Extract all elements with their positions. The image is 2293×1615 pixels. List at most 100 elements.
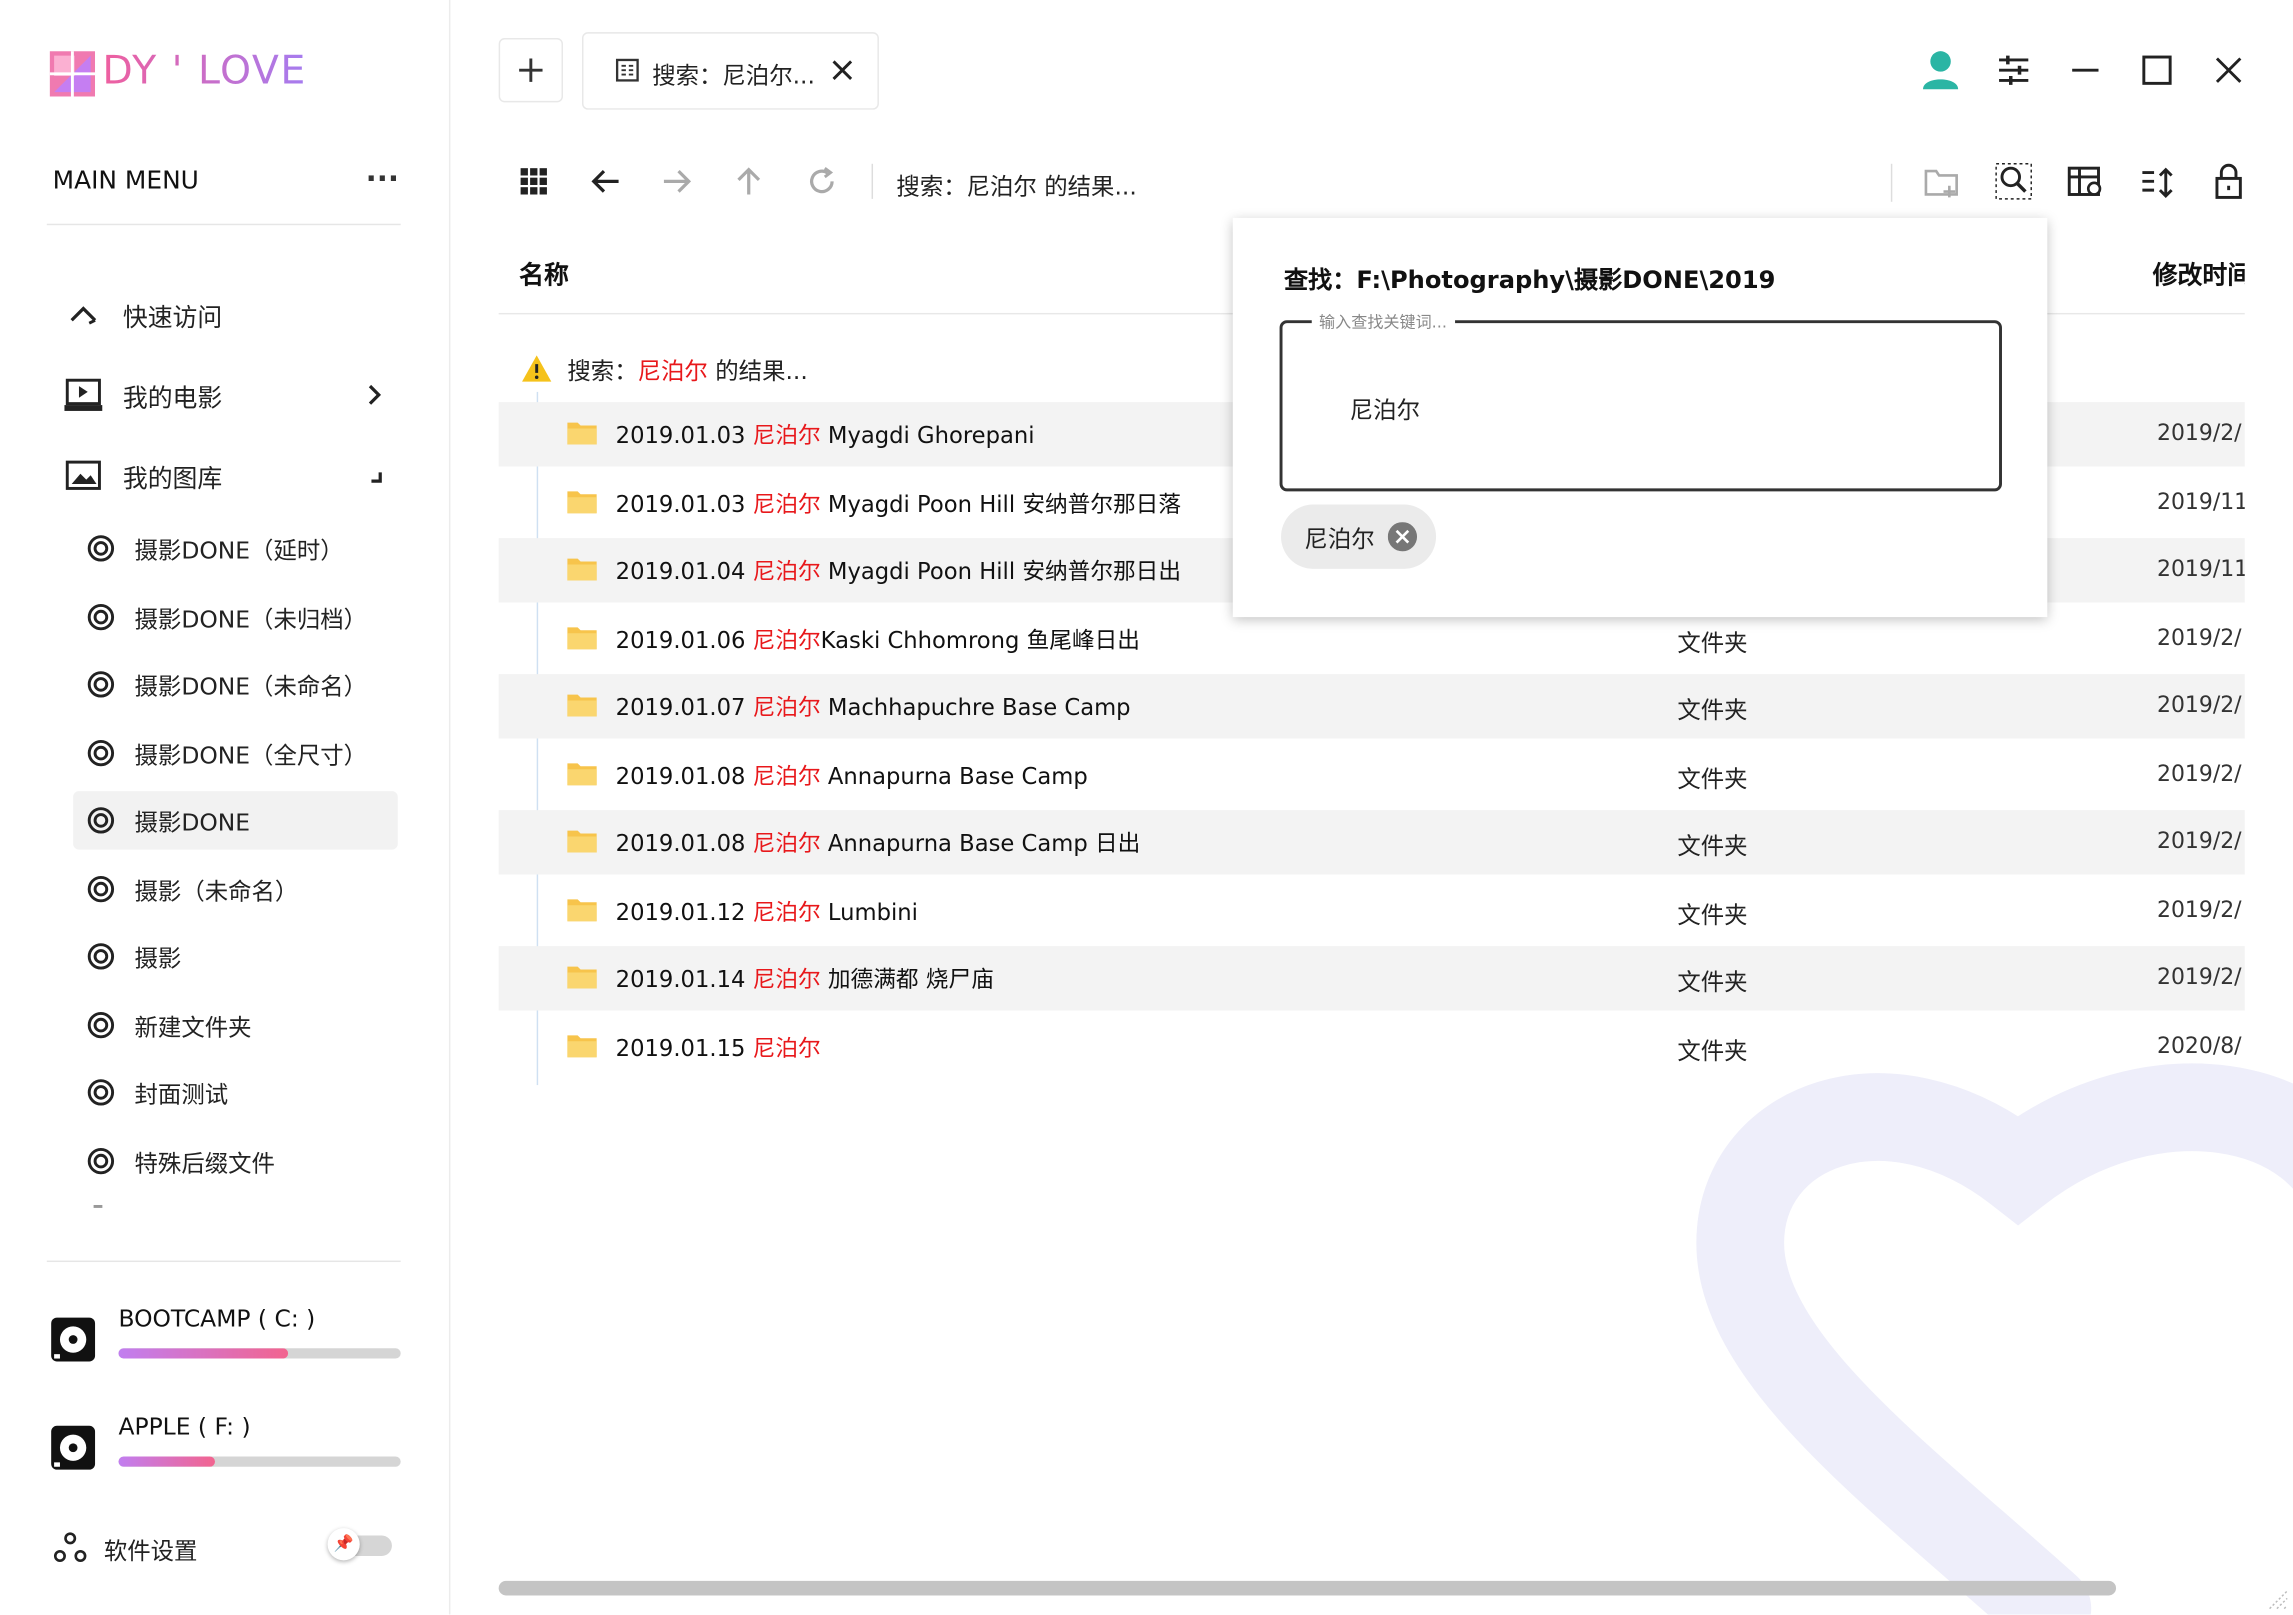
disk-icon bbox=[51, 1317, 96, 1362]
sidebar: DY ' LOVE MAIN MENU ··· 快速访问 我的电影 我的图库 摄… bbox=[0, 0, 451, 1615]
table-row[interactable]: 2019.01.08 尼泊尔 Annapurna Base Camp 文件夹 201… bbox=[499, 742, 2245, 806]
sidebar-folder-item[interactable]: 特殊后缀文件 bbox=[73, 1131, 398, 1189]
sidebar-folder-item[interactable]: 摄影DONE（全尺寸） bbox=[73, 723, 398, 781]
up-arrow-icon[interactable] bbox=[733, 165, 765, 197]
divider bbox=[46, 223, 401, 226]
refresh-icon[interactable] bbox=[806, 165, 838, 197]
sliders-icon[interactable] bbox=[1996, 53, 2031, 88]
row-modified: 2020/8/ bbox=[2156, 1031, 2242, 1059]
row-modified: 2019/2/ bbox=[2156, 759, 2242, 787]
sidebar-folder-item[interactable]: 摄影DONE（未命名） bbox=[73, 655, 398, 713]
drive-usage-bar bbox=[118, 1348, 401, 1359]
row-modified: 2019/11 bbox=[2156, 487, 2245, 515]
column-header-name[interactable]: 名称 bbox=[519, 254, 569, 291]
sidebar-folder-item[interactable]: 摄影（未命名） bbox=[73, 859, 398, 917]
app-logo-text: DY ' LOVE bbox=[102, 48, 307, 94]
heart-watermark bbox=[1696, 1063, 2293, 1615]
keyword-chip[interactable]: 尼泊尔 bbox=[1281, 504, 1437, 569]
row-type: 文件夹 bbox=[1677, 968, 1748, 996]
plus-icon bbox=[519, 58, 543, 82]
nav-quick-access[interactable]: 快速访问 bbox=[64, 285, 400, 343]
sidebar-folder-item[interactable]: 摄影 bbox=[73, 927, 398, 985]
close-window-icon[interactable] bbox=[2213, 54, 2245, 86]
table-row[interactable]: 2019.01.14 尼泊尔 加德满都 烧尸庙 文件夹 2019/2/ bbox=[498, 946, 2245, 1011]
target-icon bbox=[85, 532, 117, 564]
horizontal-scrollbar[interactable] bbox=[498, 1580, 2117, 1596]
target-icon bbox=[85, 804, 117, 836]
search-notice-keyword: 尼泊尔 bbox=[637, 356, 708, 385]
row-type: 文件夹 bbox=[1677, 832, 1748, 860]
tab-search[interactable]: 搜索：尼泊尔... bbox=[582, 32, 879, 110]
sidebar-folder-label: 摄影DONE（延时） bbox=[134, 536, 344, 565]
resize-grip-icon[interactable] bbox=[2264, 1588, 2290, 1611]
toolbar-divider bbox=[1890, 163, 1893, 202]
search-keyword-field[interactable]: 输入查找关键词... 尼泊尔 bbox=[1279, 310, 2002, 492]
sidebar-folder-item[interactable]: 摄影DONE bbox=[73, 791, 398, 850]
row-modified: 2019/2/ bbox=[2156, 963, 2242, 991]
table-row[interactable]: 2019.01.12 尼泊尔 Lumbini 文件夹 2019/2/ bbox=[499, 878, 2245, 942]
search-icon[interactable] bbox=[1995, 162, 2033, 200]
sidebar-folder-label: 摄影DONE bbox=[134, 808, 251, 837]
drive-name: BOOTCAMP ( C: ) bbox=[118, 1304, 316, 1333]
folder-icon bbox=[567, 966, 597, 989]
path-label: 搜索：尼泊尔 的结果... bbox=[896, 172, 1137, 201]
drive-f[interactable]: APPLE ( F: ) bbox=[50, 1413, 401, 1486]
back-arrow-icon[interactable] bbox=[589, 165, 621, 197]
app-logo-icon bbox=[49, 51, 96, 97]
row-type: 文件夹 bbox=[1677, 696, 1748, 724]
row-name: 2019.01.07 尼泊尔 Machhapuchre Base Camp bbox=[615, 694, 1131, 721]
row-modified: 2019/2/ bbox=[2156, 827, 2242, 855]
pin-toggle[interactable]: 📌 bbox=[327, 1528, 392, 1561]
sidebar-folder-item[interactable]: 封面测试 bbox=[73, 1063, 398, 1121]
sidebar-folder-label: 摄影（未命名） bbox=[134, 876, 299, 905]
row-name: 2019.01.03 尼泊尔 Myagdi Ghorepani bbox=[615, 422, 1035, 449]
target-icon bbox=[85, 736, 117, 768]
search-notice-prefix: 搜索： bbox=[567, 356, 638, 385]
sidebar-folder-label: 摄影DONE（未命名） bbox=[134, 672, 368, 701]
sort-icon[interactable] bbox=[2139, 165, 2174, 200]
grid-view-icon[interactable] bbox=[519, 167, 548, 196]
row-name: 2019.01.03 尼泊尔 Myagdi Poon Hill 安纳普尔那日落 bbox=[615, 490, 1182, 517]
more-icon[interactable]: ··· bbox=[366, 164, 399, 193]
row-name: 2019.01.12 尼泊尔 Lumbini bbox=[615, 898, 918, 925]
table-row[interactable]: 2019.01.07 尼泊尔 Machhapuchre Base Camp 文件夹… bbox=[498, 674, 2245, 739]
sidebar-folder-item[interactable]: 新建文件夹 bbox=[73, 995, 398, 1053]
nav-my-gallery[interactable]: 我的图库 bbox=[64, 446, 400, 504]
table-settings-icon[interactable] bbox=[2066, 165, 2104, 200]
folder-icon bbox=[567, 626, 597, 649]
lock-icon[interactable] bbox=[2213, 162, 2245, 200]
pin-icon: 📌 bbox=[327, 1528, 360, 1561]
table-row[interactable]: 2019.01.08 尼泊尔 Annapurna Base Camp 日出 文件夹… bbox=[498, 810, 2245, 875]
settings-nodes-icon bbox=[53, 1532, 87, 1562]
sidebar-folder-item[interactable]: 摄影DONE（未归档） bbox=[73, 587, 398, 645]
maximize-icon[interactable] bbox=[2141, 54, 2173, 86]
search-popup-title: 查找：F:\Photography\摄影DONE\2019 bbox=[1283, 266, 1776, 294]
minimize-icon[interactable] bbox=[2069, 56, 2101, 85]
scroll-indicator bbox=[93, 1204, 103, 1208]
nav-my-movies[interactable]: 我的电影 bbox=[64, 366, 400, 424]
user-avatar-icon[interactable] bbox=[1920, 48, 1961, 92]
target-icon bbox=[85, 940, 117, 972]
search-notice-suffix: 的结果... bbox=[707, 356, 808, 385]
folder-icon bbox=[567, 490, 597, 513]
movie-icon bbox=[64, 376, 103, 414]
close-tab-icon[interactable] bbox=[831, 58, 854, 81]
search-input[interactable]: 尼泊尔 bbox=[1350, 390, 1420, 425]
new-folder-icon[interactable] bbox=[1923, 165, 1961, 200]
chip-remove-icon[interactable] bbox=[1387, 522, 1418, 552]
forward-arrow-icon[interactable] bbox=[661, 165, 693, 197]
nav-label: 我的图库 bbox=[122, 464, 223, 494]
drive-c[interactable]: BOOTCAMP ( C: ) bbox=[50, 1304, 401, 1377]
target-icon bbox=[85, 1008, 117, 1040]
chevron-right-icon bbox=[368, 384, 382, 405]
sidebar-folder-item[interactable]: 摄影DONE（延时） bbox=[73, 519, 398, 577]
search-popup: 查找：F:\Photography\摄影DONE\2019 输入查找关键词...… bbox=[1232, 217, 2048, 618]
table-row[interactable]: 2019.01.15 尼泊尔 文件夹 2020/8/ bbox=[499, 1014, 2245, 1078]
sidebar-folder-label: 摄影 bbox=[134, 944, 182, 973]
row-type: 文件夹 bbox=[1677, 764, 1748, 792]
settings-item[interactable]: 软件设置 📌 bbox=[53, 1528, 404, 1566]
target-icon bbox=[85, 872, 117, 904]
column-header-modified[interactable]: 修改时间 bbox=[2153, 254, 2245, 291]
new-tab-button[interactable] bbox=[498, 38, 564, 103]
chevron-corner-icon bbox=[371, 472, 382, 483]
